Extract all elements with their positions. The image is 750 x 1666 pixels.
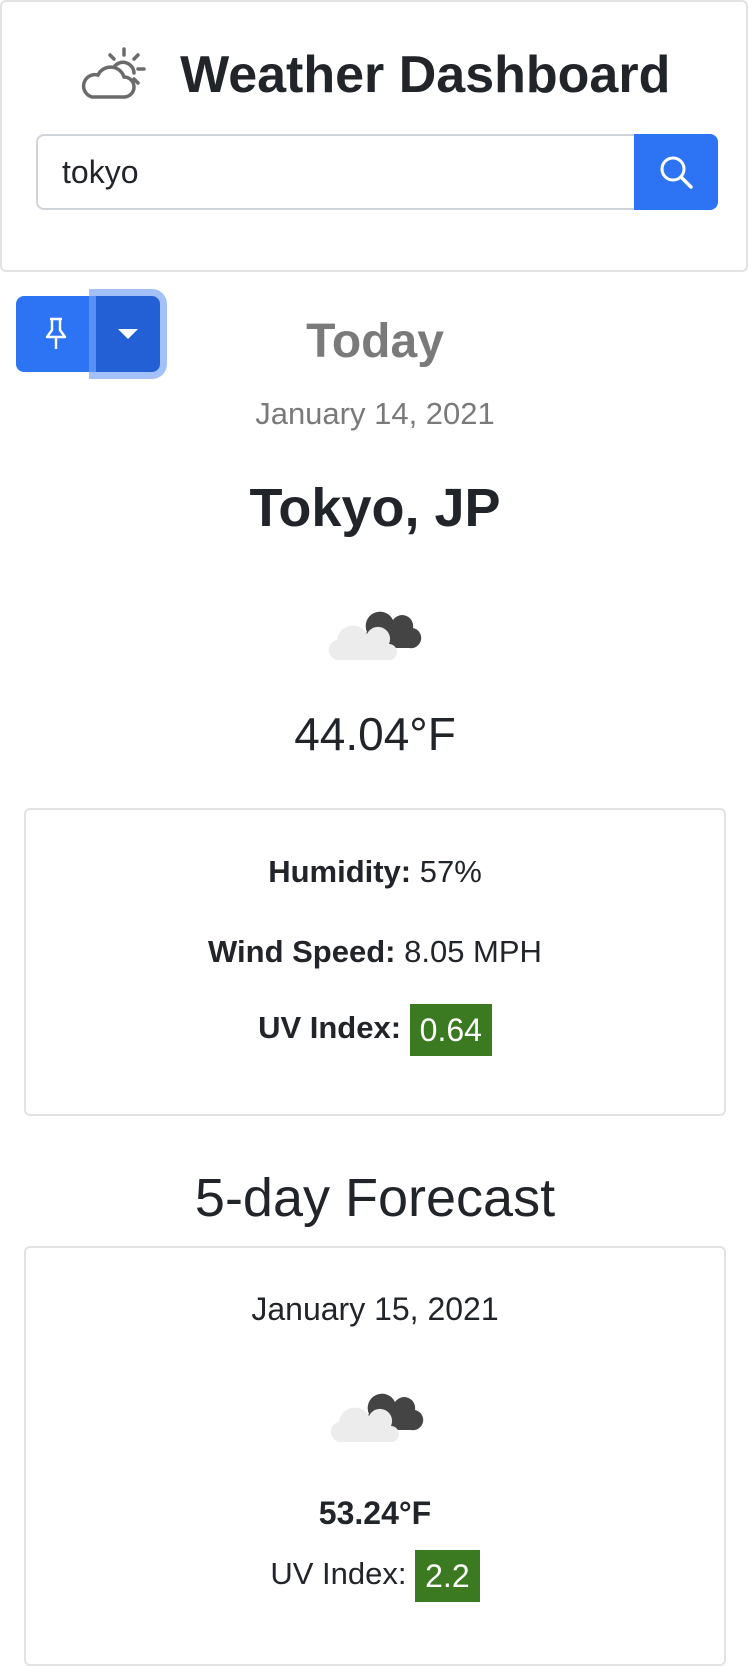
forecast-uv-label: UV Index: bbox=[270, 1556, 407, 1591]
forecast-uv-row: UV Index: 2.2 bbox=[26, 1548, 724, 1602]
today-date: January 14, 2021 bbox=[255, 396, 495, 431]
wind-row: Wind Speed: 8.05 MPH bbox=[26, 928, 724, 976]
header-card: Weather Dashboard bbox=[0, 0, 748, 272]
wind-value: 8.05 MPH bbox=[404, 934, 542, 969]
details-card: Humidity: 57% Wind Speed: 8.05 MPH UV In… bbox=[24, 808, 726, 1116]
search-input[interactable] bbox=[36, 134, 636, 210]
broken-clouds-icon bbox=[327, 598, 423, 662]
today-temperature: 44.04°F bbox=[294, 708, 456, 760]
forecast-temperature: 53.24°F bbox=[318, 1495, 432, 1531]
broken-clouds-icon bbox=[329, 1380, 425, 1444]
today-heading: Today bbox=[306, 315, 444, 368]
uv-label: UV Index: bbox=[258, 1010, 402, 1046]
forecast-date: January 15, 2021 bbox=[251, 1291, 499, 1327]
search-button[interactable] bbox=[634, 134, 718, 210]
page-title: Weather Dashboard bbox=[180, 46, 671, 105]
app-title: Weather Dashboard bbox=[2, 30, 746, 117]
search-icon bbox=[660, 156, 693, 189]
cloud-sun-icon bbox=[81, 47, 146, 100]
humidity-value: 57% bbox=[419, 854, 482, 889]
forecast-uv-badge: 2.2 bbox=[415, 1549, 480, 1602]
humidity-label: Humidity: bbox=[268, 854, 412, 889]
uv-row: UV Index: 0.64 bbox=[26, 1004, 724, 1056]
forecast-card: January 15, 2021 53.24°F UV Index: 2.2 bbox=[24, 1246, 726, 1666]
forecast-heading: 5-day Forecast bbox=[194, 1168, 556, 1228]
humidity-row: Humidity: 57% bbox=[26, 848, 724, 896]
city-name: Tokyo, JP bbox=[249, 478, 501, 538]
search-group bbox=[36, 134, 718, 210]
wind-label: Wind Speed: bbox=[208, 934, 396, 969]
uv-badge: 0.64 bbox=[409, 1004, 492, 1056]
